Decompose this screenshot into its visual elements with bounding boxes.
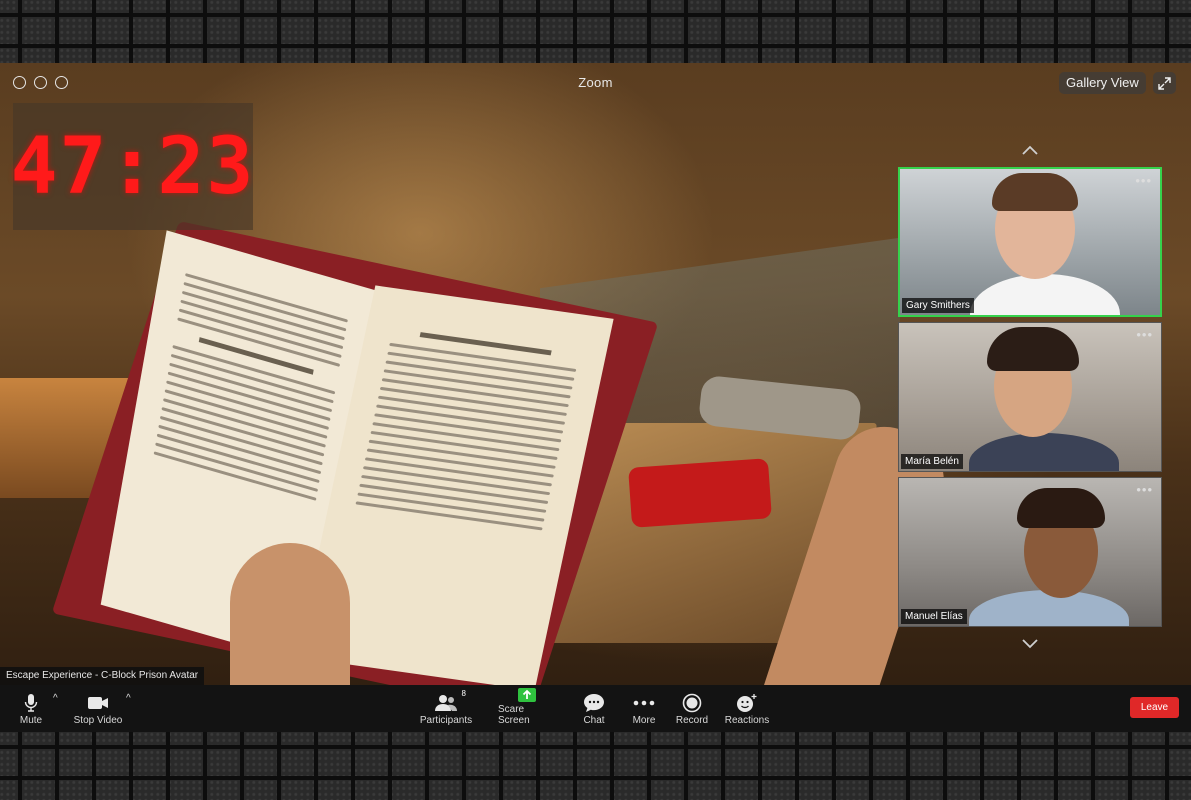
participants-label: Participants xyxy=(419,715,473,726)
record-button[interactable]: Record xyxy=(674,685,710,732)
participant-hair xyxy=(1017,488,1105,528)
scare-screen-label: Scare Screen xyxy=(498,704,530,726)
decorative-maze-background-bottom xyxy=(0,732,1191,800)
expand-arrows-icon xyxy=(1158,76,1171,90)
red-cloth xyxy=(628,458,772,528)
leave-meeting-button[interactable]: Leave xyxy=(1130,697,1179,718)
participant-hair xyxy=(992,173,1078,211)
participant-name: Gary Smithers xyxy=(902,298,974,313)
reactions-label: Reactions xyxy=(724,715,770,726)
ellipsis-icon[interactable]: ••• xyxy=(1135,173,1152,188)
ellipsis-icon[interactable]: ••• xyxy=(1136,327,1153,342)
more-label: More xyxy=(632,715,656,726)
fullscreen-button[interactable] xyxy=(1153,72,1176,94)
scare-screen-button[interactable]: Scare Screen xyxy=(498,685,556,732)
participant-tile-gary[interactable]: ••• Gary Smithers xyxy=(898,167,1162,317)
meeting-name-label: Escape Experience - C-Block Prison Avata… xyxy=(0,667,205,685)
window-title: Zoom xyxy=(578,75,613,90)
ellipsis-icon[interactable]: ••• xyxy=(1136,482,1153,497)
participant-tile-manuel[interactable]: ••• Manuel Elías xyxy=(898,477,1162,627)
more-button[interactable]: More xyxy=(630,685,658,732)
horizontal-dots-icon xyxy=(633,700,655,706)
video-options-caret[interactable]: ^ xyxy=(126,693,131,704)
speech-bubble-icon xyxy=(584,694,604,712)
participant-name: Manuel Elías xyxy=(901,609,967,624)
microphone-icon xyxy=(24,694,38,712)
share-screen-up-arrow-icon xyxy=(518,687,536,702)
mute-button[interactable]: Mute xyxy=(14,685,48,732)
gallery-view-button[interactable]: Gallery View xyxy=(1059,72,1146,94)
people-icon xyxy=(435,695,457,711)
chat-label: Chat xyxy=(583,715,605,726)
smiley-plus-icon xyxy=(737,694,757,712)
video-camera-icon xyxy=(88,697,108,709)
participant-tile-maria[interactable]: ••• María Belén xyxy=(898,322,1162,472)
participant-name: María Belén xyxy=(901,454,963,469)
stop-video-button[interactable]: Stop Video xyxy=(72,685,124,732)
chat-button[interactable]: Chat xyxy=(580,685,608,732)
participant-hair xyxy=(987,327,1079,371)
reactions-button[interactable]: Reactions xyxy=(724,685,770,732)
mute-label: Mute xyxy=(19,715,43,726)
stop-video-label: Stop Video xyxy=(73,715,123,726)
meeting-toolbar: Mute ^ Stop Video ^ 8 Participants Scare… xyxy=(0,685,1191,732)
timer-value: 47:23 xyxy=(10,121,256,212)
record-label: Record xyxy=(675,715,709,726)
chevron-up-icon xyxy=(1022,145,1038,155)
decorative-maze-background-top xyxy=(0,0,1191,63)
countdown-timer: 47:23 xyxy=(10,103,256,230)
participants-count-badge: 8 xyxy=(461,689,466,698)
participants-button[interactable]: 8 Participants xyxy=(418,685,474,732)
gallery-scroll-up-button[interactable] xyxy=(1021,143,1039,157)
chevron-down-icon xyxy=(1022,639,1038,649)
gallery-scroll-down-button[interactable] xyxy=(1021,637,1039,651)
record-circle-icon xyxy=(682,693,702,713)
audio-options-caret[interactable]: ^ xyxy=(53,693,58,704)
open-book xyxy=(51,221,659,715)
